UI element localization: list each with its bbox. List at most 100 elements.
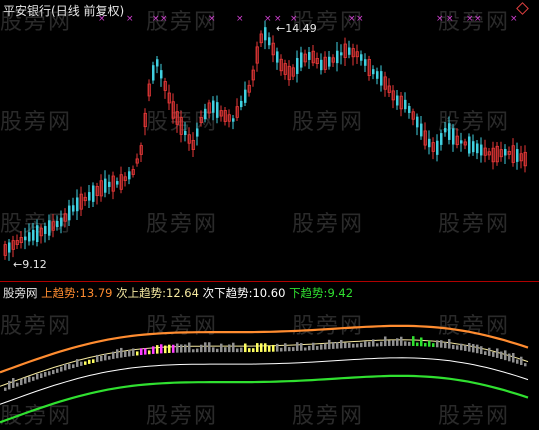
signal-marker: × xyxy=(356,14,364,24)
indicator-bar xyxy=(88,359,91,364)
indicator-bar xyxy=(520,356,523,365)
indicator-bar xyxy=(384,336,387,347)
indicator-bar xyxy=(152,346,155,354)
candle-body xyxy=(440,133,443,145)
candle-body xyxy=(76,197,79,212)
indicator-bar xyxy=(368,341,371,347)
indicator-bar xyxy=(276,343,279,352)
indicator-bar xyxy=(488,347,491,356)
candle-body xyxy=(268,37,271,46)
candle-body xyxy=(436,140,439,155)
indicator-bar xyxy=(464,345,467,351)
pane-divider[interactable] xyxy=(0,281,539,282)
indicator-bar xyxy=(336,342,339,349)
candle-body xyxy=(156,59,159,67)
candle-body xyxy=(460,140,463,144)
candle-body xyxy=(104,178,107,193)
indicator-bar xyxy=(164,345,167,354)
indicator-bar xyxy=(228,344,231,353)
kline-chart[interactable]: × × × × × × × × × × × × × × × × xyxy=(0,0,539,428)
low-price-label: ←9.12 xyxy=(13,258,47,271)
indicator-bar xyxy=(272,344,275,352)
candle-body xyxy=(300,52,303,68)
legend-sub-down-trend-label: 次下趋势: xyxy=(202,286,253,300)
indicator-bar xyxy=(304,347,307,351)
high-price-label: ←14.49 xyxy=(276,22,317,35)
candle-body xyxy=(88,192,91,201)
indicator-bar xyxy=(288,347,291,352)
indicator-bar xyxy=(456,345,459,350)
candle-body xyxy=(444,128,447,133)
indicator-bar xyxy=(120,347,123,358)
indicator-bar xyxy=(444,342,447,349)
indicator-bar xyxy=(388,340,391,346)
indicator-bar xyxy=(268,345,271,352)
candle-body xyxy=(72,205,75,212)
indicator-bar xyxy=(212,347,215,353)
indicator-bar xyxy=(136,351,139,356)
indicator-bar xyxy=(296,342,299,351)
indicator-bar xyxy=(248,348,251,353)
legend-sub-down-trend-value: 10.60 xyxy=(252,286,286,300)
indicator-bar xyxy=(476,344,479,354)
signal-marker: × xyxy=(98,14,106,24)
indicator-bar xyxy=(340,340,343,349)
candle-body xyxy=(212,100,215,113)
indicator-bar xyxy=(84,361,87,365)
indicator-bar xyxy=(156,345,159,354)
candle-body xyxy=(24,236,27,241)
indicator-bar xyxy=(328,339,331,350)
indicator-bar xyxy=(420,337,423,347)
candle-body xyxy=(160,70,163,79)
candle-body xyxy=(448,123,451,140)
candle-body xyxy=(308,52,311,60)
indicator-bar xyxy=(48,371,51,376)
candle-body xyxy=(468,136,471,154)
indicator-bar xyxy=(124,351,127,357)
legend-up-trend-label: 上趋势: xyxy=(41,286,80,300)
indicator-bar xyxy=(100,355,103,362)
indicator-bar xyxy=(160,344,163,354)
indicator-bar xyxy=(512,352,515,363)
indicator-bar xyxy=(44,372,47,377)
legend-sub-up-trend-value: 12.64 xyxy=(166,286,199,300)
indicator-bar xyxy=(376,343,379,347)
indicator-bar xyxy=(12,378,15,388)
indicator-bar xyxy=(140,348,143,356)
candle-body xyxy=(340,52,343,56)
indicator-bar xyxy=(468,343,471,352)
indicator-bar xyxy=(200,344,203,353)
indicator-bar xyxy=(332,342,335,349)
signal-marker: × xyxy=(152,14,160,24)
candle-body xyxy=(232,118,235,122)
indicator-bar xyxy=(364,341,367,347)
indicator-bar xyxy=(28,376,31,383)
candle-body xyxy=(264,27,267,41)
candle-body xyxy=(348,47,351,55)
legend-down-trend-label: 下趋势: xyxy=(289,286,328,300)
candle-body xyxy=(452,128,455,145)
indicator-bar xyxy=(424,342,427,347)
candle-body xyxy=(240,100,243,108)
indicator-bar xyxy=(144,348,147,355)
candle-body xyxy=(404,99,407,110)
candle-body xyxy=(276,51,279,63)
candle-body xyxy=(476,143,479,154)
indicator-bar xyxy=(252,348,255,353)
indicator-bar xyxy=(76,359,79,367)
legend-up-trend-value: 13.79 xyxy=(79,286,113,300)
indicator-bar xyxy=(4,387,7,391)
indicator-bar xyxy=(292,347,295,352)
candle-body xyxy=(328,56,331,67)
indicator-bar xyxy=(432,343,435,347)
candle-body xyxy=(216,102,219,118)
indicator-bar xyxy=(284,343,287,352)
signal-marker: × xyxy=(436,14,444,24)
indicator-name: 股旁网 xyxy=(3,286,38,300)
indicator-bar xyxy=(492,351,495,357)
indicator-bar xyxy=(408,341,411,346)
high-price-value: 14.49 xyxy=(285,22,317,35)
candle-body xyxy=(36,225,39,242)
indicator-bar xyxy=(452,344,455,350)
indicator-bar xyxy=(480,346,483,355)
